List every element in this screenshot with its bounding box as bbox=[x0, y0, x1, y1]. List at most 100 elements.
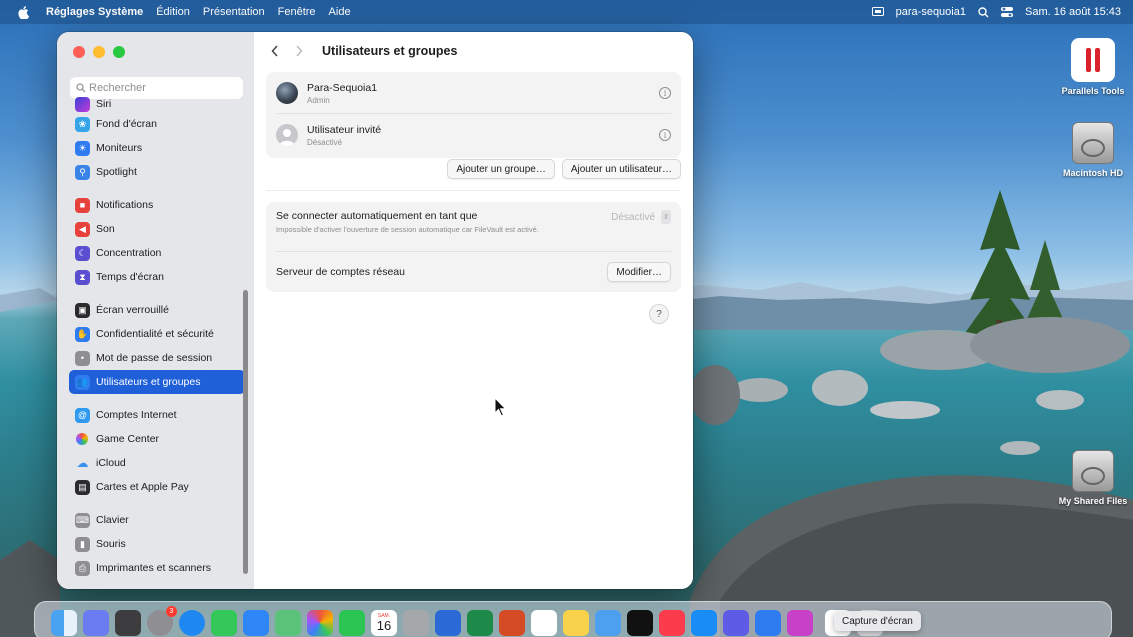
sidebar-item-label: Son bbox=[96, 223, 115, 235]
privacy-icon: ✋ bbox=[75, 326, 90, 342]
desktop-icon-my-shared-files[interactable]: My Shared Files bbox=[1048, 450, 1133, 506]
system-settings-icon[interactable]: 3 bbox=[147, 606, 177, 636]
sidebar-item-icloud[interactable]: ☁ iCloud bbox=[69, 451, 245, 475]
sidebar-item-session-password[interactable]: • Mot de passe de session bbox=[69, 346, 245, 370]
app-icon[interactable] bbox=[787, 610, 813, 636]
sidebar-item-notifications[interactable]: ■ Notifications bbox=[69, 193, 245, 217]
apple-tv-icon[interactable] bbox=[627, 610, 653, 636]
help-button[interactable]: ? bbox=[649, 304, 669, 324]
contacts-icon[interactable] bbox=[403, 610, 429, 636]
sidebar-item-wallpaper[interactable]: ❀ Fond d'écran bbox=[69, 112, 245, 136]
info-icon[interactable]: i bbox=[659, 129, 671, 141]
facetime-icon[interactable] bbox=[339, 610, 365, 636]
sidebar-item-internet-accounts[interactable]: @ Comptes Internet bbox=[69, 403, 245, 427]
maps-icon[interactable] bbox=[275, 610, 301, 636]
sidebar-item-spotlight[interactable]: ⚲ Spotlight bbox=[69, 160, 245, 184]
add-user-button[interactable]: Ajouter un utilisateur… bbox=[561, 159, 681, 179]
user-row-guest[interactable]: Utilisateur invité Désactivé i bbox=[266, 114, 681, 156]
desktop-icon-macintosh-hd[interactable]: Macintosh HD bbox=[1048, 122, 1133, 178]
messages-icon[interactable] bbox=[211, 610, 237, 636]
app-store-icon[interactable] bbox=[691, 610, 717, 636]
music-icon[interactable] bbox=[659, 610, 685, 636]
sidebar-item-focus[interactable]: ☾ Concentration bbox=[69, 241, 245, 265]
finder-icon[interactable] bbox=[51, 610, 77, 636]
word-icon[interactable] bbox=[435, 610, 461, 636]
sidebar-item-label: Game Center bbox=[96, 433, 160, 445]
sidebar-item-siri[interactable]: Siri bbox=[69, 96, 245, 112]
safari-icon[interactable] bbox=[179, 610, 205, 636]
users-list: Para-Sequoia1 Admin i Utilisateur invité… bbox=[266, 72, 681, 158]
screenshot-icon[interactable] bbox=[723, 610, 749, 636]
apple-menu-icon[interactable] bbox=[18, 5, 32, 19]
menu-presentation[interactable]: Présentation bbox=[203, 6, 265, 18]
sidebar-item-label: Spotlight bbox=[96, 166, 137, 178]
guest-avatar bbox=[276, 124, 298, 146]
screen-time-icon: ⧗ bbox=[75, 269, 90, 285]
sidebar-item-label: Souris bbox=[96, 538, 126, 550]
search-icon bbox=[76, 83, 86, 93]
user-menu[interactable]: para-sequoia1 bbox=[896, 6, 966, 18]
mail-icon[interactable] bbox=[243, 610, 269, 636]
sidebar-item-game-center[interactable]: Game Center bbox=[69, 427, 245, 451]
dock-tooltip: Capture d'écran bbox=[834, 611, 921, 631]
sidebar-list: Siri ❀ Fond d'écran ☀ Moniteurs ⚲ Spotli… bbox=[69, 96, 245, 580]
sidebar-item-label: Notifications bbox=[96, 199, 154, 211]
sidebar-item-displays[interactable]: ☀ Moniteurs bbox=[69, 136, 245, 160]
spotlight-icon: ⚲ bbox=[75, 164, 90, 180]
photos-icon[interactable] bbox=[307, 610, 333, 636]
menu-aide[interactable]: Aide bbox=[329, 6, 351, 18]
sidebar-item-label: Clavier bbox=[96, 514, 129, 526]
modify-button[interactable]: Modifier… bbox=[607, 262, 671, 282]
freeform-icon[interactable] bbox=[595, 610, 621, 636]
avatar bbox=[276, 82, 298, 104]
control-center-icon[interactable] bbox=[1000, 7, 1013, 17]
sidebar: Siri ❀ Fond d'écran ☀ Moniteurs ⚲ Spotli… bbox=[57, 32, 254, 589]
close-button[interactable] bbox=[73, 46, 85, 58]
powerpoint-icon[interactable] bbox=[499, 610, 525, 636]
screenshot-app-icon[interactable] bbox=[115, 610, 141, 636]
menu-fenetre[interactable]: Fenêtre bbox=[278, 6, 316, 18]
app-icon[interactable] bbox=[755, 610, 781, 636]
password-icon: • bbox=[75, 350, 90, 366]
person-icon bbox=[279, 129, 295, 146]
sidebar-item-sound[interactable]: ◀ Son bbox=[69, 217, 245, 241]
sidebar-item-privacy[interactable]: ✋ Confidentialité et sécurité bbox=[69, 322, 245, 346]
notes-icon[interactable] bbox=[563, 610, 589, 636]
reminders-icon[interactable] bbox=[531, 610, 557, 636]
sidebar-item-lock-screen[interactable]: ▣ Écran verrouillé bbox=[69, 298, 245, 322]
sidebar-item-label: Confidentialité et sécurité bbox=[96, 328, 214, 340]
sidebar-item-label: Imprimantes et scanners bbox=[96, 562, 211, 574]
screen-icon[interactable] bbox=[871, 7, 884, 17]
sidebar-scrollbar[interactable] bbox=[243, 290, 248, 574]
forward-button[interactable] bbox=[290, 41, 308, 61]
menu-app-name[interactable]: Réglages Système bbox=[46, 6, 143, 18]
sidebar-item-screen-time[interactable]: ⧗ Temps d'écran bbox=[69, 265, 245, 289]
menu-edition[interactable]: Édition bbox=[156, 6, 190, 18]
sidebar-item-mouse[interactable]: ▮ Souris bbox=[69, 532, 245, 556]
user-row-para-sequoia1[interactable]: Para-Sequoia1 Admin i bbox=[266, 72, 681, 114]
add-group-button[interactable]: Ajouter un groupe… bbox=[447, 159, 555, 179]
calendar-icon[interactable]: SAM. 16 bbox=[371, 610, 397, 636]
sidebar-item-wallet[interactable]: ▤ Cartes et Apple Pay bbox=[69, 475, 245, 499]
sidebar-item-keyboard[interactable]: ⌨ Clavier bbox=[69, 508, 245, 532]
sidebar-item-label: Temps d'écran bbox=[96, 271, 164, 283]
user-role: Admin bbox=[307, 95, 330, 105]
sidebar-item-users-groups[interactable]: 👥 Utilisateurs et groupes bbox=[69, 370, 245, 394]
auto-login-select[interactable]: Désactivé ⇕ bbox=[611, 210, 671, 224]
zoom-button[interactable] bbox=[113, 46, 125, 58]
sidebar-item-label: Écran verrouillé bbox=[96, 304, 169, 316]
back-button[interactable] bbox=[266, 41, 284, 61]
menubar-clock[interactable]: Sam. 16 août 15:43 bbox=[1025, 6, 1121, 18]
minimize-button[interactable] bbox=[93, 46, 105, 58]
focus-icon: ☾ bbox=[75, 245, 90, 261]
desktop-icon-parallels-tools[interactable]: Parallels Tools bbox=[1048, 38, 1133, 96]
info-icon[interactable]: i bbox=[659, 87, 671, 99]
calendar-day: 16 bbox=[376, 618, 392, 633]
launchpad-icon[interactable] bbox=[83, 610, 109, 636]
excel-icon[interactable] bbox=[467, 610, 493, 636]
sidebar-item-printers[interactable]: ⎙ Imprimantes et scanners bbox=[69, 556, 245, 580]
sidebar-item-label: Siri bbox=[96, 98, 112, 110]
user-actions: Ajouter un groupe… Ajouter un utilisateu… bbox=[447, 159, 681, 179]
search-icon[interactable] bbox=[978, 6, 989, 18]
search-input[interactable] bbox=[89, 82, 229, 94]
